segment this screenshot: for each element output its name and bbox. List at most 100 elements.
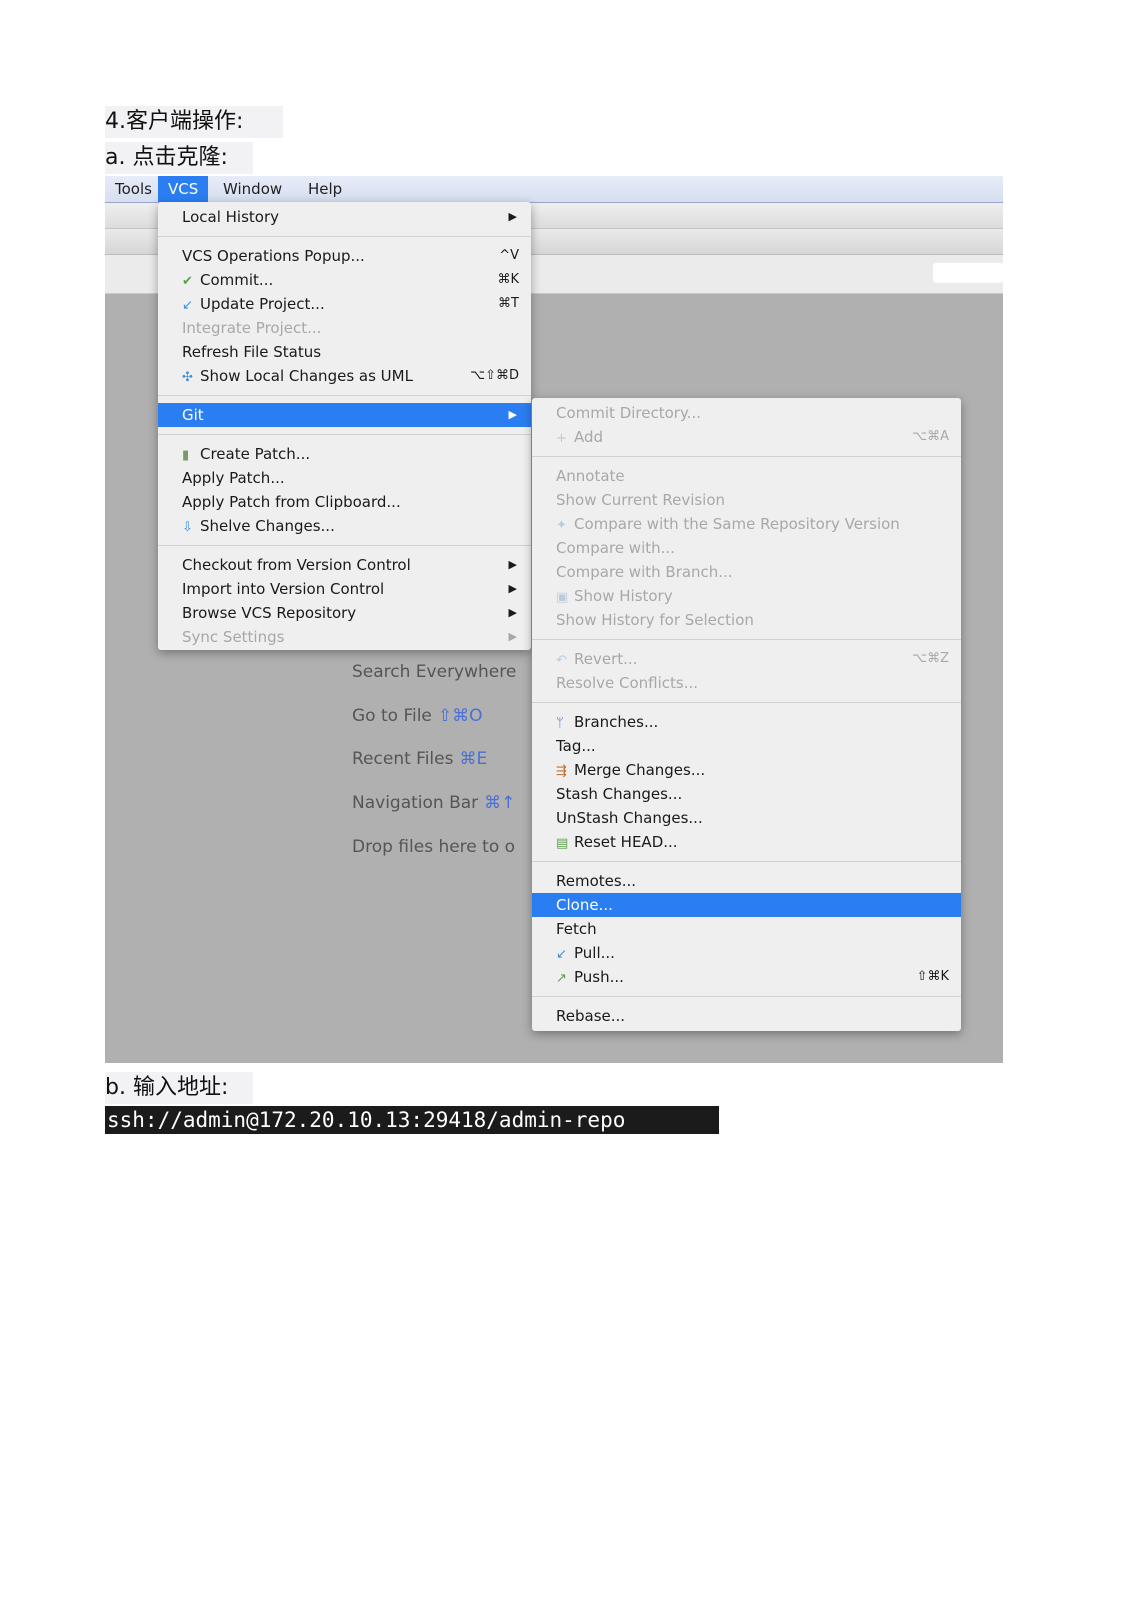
menu-item-text: Push... bbox=[574, 968, 624, 986]
menu-item-text: Show Local Changes as UML bbox=[200, 367, 413, 385]
menu-item-apply-patch-from-clipboard[interactable]: Apply Patch from Clipboard... bbox=[158, 490, 531, 514]
menu-item-reset-head[interactable]: ▤ Reset HEAD... bbox=[532, 830, 961, 854]
vcs-menu: Local History ▶ VCS Operations Popup... ^V ✔… bbox=[158, 202, 531, 650]
menu-item-text: Annotate bbox=[556, 467, 625, 485]
menu-help[interactable]: Help bbox=[298, 176, 352, 202]
menu-item-label: Show Current Revision bbox=[556, 488, 725, 512]
menu-item-label: Local History bbox=[182, 205, 279, 229]
menu-item-compare-with-the-same-repository-version: ✦ Compare with the Same Repository Versio… bbox=[532, 512, 961, 536]
menu-separator bbox=[532, 632, 961, 647]
pull-icon: ↙ bbox=[556, 947, 567, 962]
menu-item-shortcut: ⌥⌘Z bbox=[912, 651, 949, 666]
menu-item-tag[interactable]: Tag... bbox=[532, 734, 961, 758]
menu-window[interactable]: Window bbox=[213, 176, 292, 202]
menu-item-shortcut: ⌥⌘A bbox=[912, 429, 949, 444]
hint-text: Recent Files bbox=[352, 749, 454, 769]
menu-item-label: Stash Changes... bbox=[556, 782, 682, 806]
menu-item-label: Annotate bbox=[556, 464, 625, 488]
menu-item-checkout-from-version-control[interactable]: Checkout from Version Control ▶ bbox=[158, 553, 531, 577]
menu-item-label: ⇩ Shelve Changes... bbox=[182, 514, 335, 540]
menu-item-shortcut: ⇧⌘K bbox=[916, 969, 949, 984]
ide-screenshot: Tools VCS Window Help Search Everywhere Go t… bbox=[105, 176, 1003, 1063]
menu-item-text: Fetch bbox=[556, 920, 597, 938]
menu-item-text: Import into Version Control bbox=[182, 580, 385, 598]
menu-item-remotes[interactable]: Remotes... bbox=[532, 869, 961, 893]
menu-item-show-local-changes-as-uml[interactable]: ✣ Show Local Changes as UML ⌥⇧⌘D bbox=[158, 364, 531, 388]
menu-item-local-history[interactable]: Local History ▶ bbox=[158, 205, 531, 229]
hint-text: Drop files here to o bbox=[352, 837, 516, 857]
menu-item-text: Clone... bbox=[556, 896, 613, 914]
menu-item-pull[interactable]: ↙ Pull... bbox=[532, 941, 961, 965]
menu-item-stash-changes[interactable]: Stash Changes... bbox=[532, 782, 961, 806]
menu-item-push[interactable]: ↗ Push... ⇧⌘K bbox=[532, 965, 961, 989]
hint-line: Go to File ⇧⌘O bbox=[352, 706, 483, 726]
menu-item-browse-vcs-repository[interactable]: Browse VCS Repository ▶ bbox=[158, 601, 531, 625]
menu-item-unstash-changes[interactable]: UnStash Changes... bbox=[532, 806, 961, 830]
menu-item-label: VCS Operations Popup... bbox=[182, 244, 365, 268]
menu-item-sync-settings: Sync Settings ▶ bbox=[158, 625, 531, 649]
menu-item-label: ↗ Push... bbox=[556, 965, 624, 991]
menu-item-shelve-changes[interactable]: ⇩ Shelve Changes... bbox=[158, 514, 531, 538]
add-icon: + bbox=[556, 431, 567, 446]
menu-item-annotate: Annotate bbox=[532, 464, 961, 488]
menu-vcs[interactable]: VCS bbox=[158, 176, 209, 202]
menu-item-merge-changes[interactable]: ⇶ Merge Changes... bbox=[532, 758, 961, 782]
menu-item-branches[interactable]: ᛘ Branches... bbox=[532, 710, 961, 734]
menu-item-label: ᛘ Branches... bbox=[556, 710, 658, 736]
menu-item-text: Rebase... bbox=[556, 1007, 626, 1025]
menu-item-refresh-file-status[interactable]: Refresh File Status bbox=[158, 340, 531, 364]
menu-item-clone[interactable]: Clone... bbox=[532, 893, 961, 917]
menu-item-text: Pull... bbox=[574, 944, 615, 962]
menu-item-label: Integrate Project... bbox=[182, 316, 321, 340]
menu-separator bbox=[158, 229, 531, 244]
run-config-select[interactable] bbox=[933, 263, 1003, 283]
update-icon: ↙ bbox=[182, 298, 193, 313]
menu-item-text: Commit... bbox=[200, 271, 274, 289]
menu-item-show-history-for-selection: Show History for Selection bbox=[532, 608, 961, 632]
menu-item-git[interactable]: Git ▶ bbox=[158, 403, 531, 427]
menu-item-fetch[interactable]: Fetch bbox=[532, 917, 961, 941]
menu-item-compare-with: Compare with... bbox=[532, 536, 961, 560]
menu-item-text: VCS Operations Popup... bbox=[182, 247, 365, 265]
menu-separator bbox=[158, 388, 531, 403]
menu-item-text: Update Project... bbox=[200, 295, 325, 313]
menu-item-label: Compare with... bbox=[556, 536, 675, 560]
hint-shortcut: ⇧⌘O bbox=[437, 706, 483, 726]
menu-item-label: Rebase... bbox=[556, 1004, 625, 1028]
commit-icon: ✔ bbox=[182, 274, 193, 289]
menu-item-text: Reset HEAD... bbox=[574, 833, 678, 851]
compare-icon: ✦ bbox=[556, 518, 567, 533]
menu-tools[interactable]: Tools bbox=[105, 176, 162, 202]
git-submenu: Commit Directory... + Add ⌥⌘A Annotate Show C… bbox=[532, 398, 961, 1031]
menu-item-label: ⇶ Merge Changes... bbox=[556, 758, 705, 784]
menu-item-revert: ↶ Revert... ⌥⌘Z bbox=[532, 647, 961, 671]
menu-separator bbox=[532, 449, 961, 464]
menu-item-create-patch[interactable]: ▮ Create Patch... bbox=[158, 442, 531, 466]
menu-item-text: Commit Directory... bbox=[556, 404, 701, 422]
menu-item-resolve-conflicts: Resolve Conflicts... bbox=[532, 671, 961, 695]
submenu-arrow-icon: ▶ bbox=[508, 606, 517, 619]
hint-line: Search Everywhere bbox=[352, 662, 516, 682]
menu-item-label: ▣ Show History bbox=[556, 584, 673, 610]
merge-icon: ⇶ bbox=[556, 764, 567, 779]
menu-item-label: Tag... bbox=[556, 734, 596, 758]
menu-item-update-project[interactable]: ↙ Update Project... ⌘T bbox=[158, 292, 531, 316]
menu-item-vcs-operations-popup[interactable]: VCS Operations Popup... ^V bbox=[158, 244, 531, 268]
menu-item-text: Remotes... bbox=[556, 872, 636, 890]
menu-item-text: Local History bbox=[182, 208, 280, 226]
menu-item-commit[interactable]: ✔ Commit... ⌘K bbox=[158, 268, 531, 292]
menu-item-commit-directory: Commit Directory... bbox=[532, 401, 961, 425]
menu-item-label: ✦ Compare with the Same Repository Versio… bbox=[556, 512, 900, 538]
menu-item-import-into-version-control[interactable]: Import into Version Control ▶ bbox=[158, 577, 531, 601]
menu-item-text: Revert... bbox=[574, 650, 638, 668]
menu-item-text: Resolve Conflicts... bbox=[556, 674, 699, 692]
menu-item-text: Shelve Changes... bbox=[200, 517, 335, 535]
menu-item-apply-patch[interactable]: Apply Patch... bbox=[158, 466, 531, 490]
menu-separator bbox=[532, 989, 961, 1004]
menu-item-label: Apply Patch... bbox=[182, 466, 285, 490]
menu-item-text: Integrate Project... bbox=[182, 319, 322, 337]
menu-item-text: Branches... bbox=[574, 713, 659, 731]
menu-separator bbox=[532, 854, 961, 869]
menu-item-label: ↙ Pull... bbox=[556, 941, 615, 967]
menu-item-rebase[interactable]: Rebase... bbox=[532, 1004, 961, 1028]
